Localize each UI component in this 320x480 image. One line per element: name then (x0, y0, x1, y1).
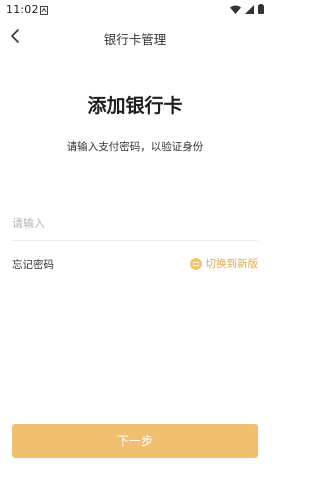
notification-icon (40, 5, 48, 15)
headline: 添加银行卡 (87, 95, 183, 117)
wifi-icon (230, 5, 241, 14)
signal-icon (245, 4, 254, 14)
input-divider (12, 240, 258, 241)
password-input[interactable] (12, 212, 258, 234)
page-title: 银行卡管理 (103, 32, 167, 47)
switch-icon (189, 257, 202, 270)
battery-icon (258, 4, 264, 14)
next-button[interactable]: 下一步 (12, 424, 258, 458)
switch-version-link[interactable]: 切换到新版 (189, 256, 259, 271)
status-bar: 11:02 (0, 0, 270, 20)
switch-version-label: 切换到新版 (205, 258, 259, 270)
subtitle: 请输入支付密码，以验证身份 (66, 141, 204, 153)
status-time: 11:02 (6, 3, 39, 16)
nav-bar: 银行卡管理 (0, 24, 270, 50)
forgot-password-link[interactable]: 忘记密码 (12, 257, 54, 272)
status-icons (230, 4, 264, 14)
